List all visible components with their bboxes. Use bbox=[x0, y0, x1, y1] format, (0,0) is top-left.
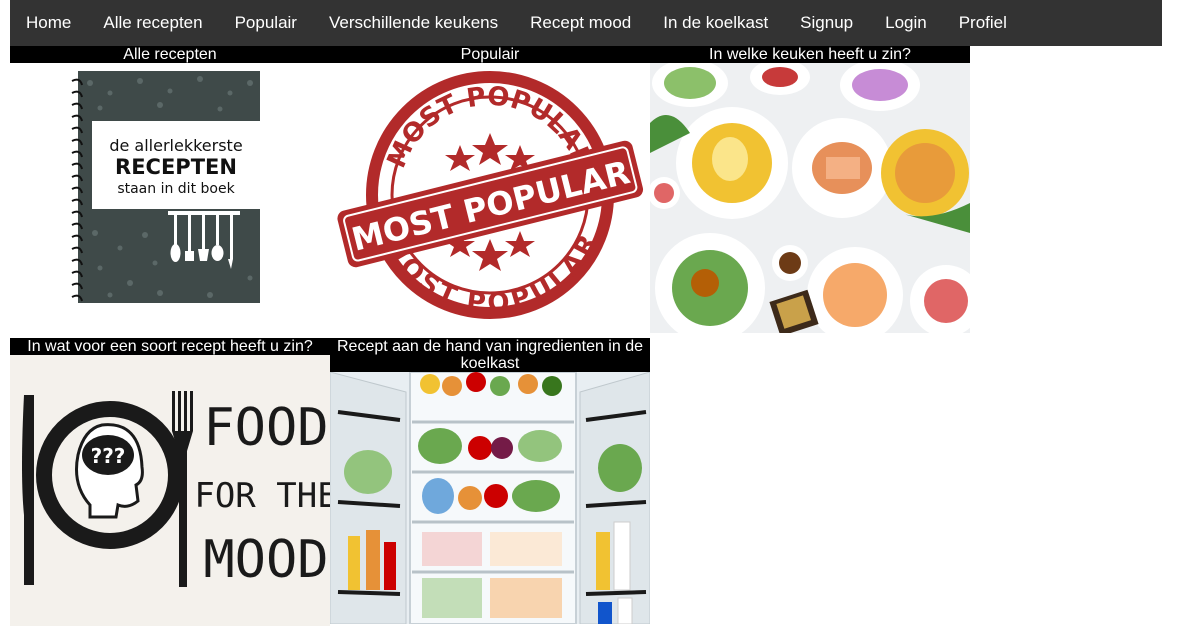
mood-text-line3: MOOD bbox=[203, 530, 328, 590]
card-recept-mood[interactable]: In wat voor een soort recept heeft u zin… bbox=[10, 338, 330, 626]
card-populair[interactable]: Populair MOST POPULAR MOST POPULAR bbox=[330, 46, 650, 333]
card-title: In welke keuken heeft u zin? bbox=[650, 46, 970, 63]
mood-text-line2: FOR THE bbox=[194, 476, 330, 516]
nav-verschillende-keukens[interactable]: Verschillende keukens bbox=[313, 0, 514, 46]
nav-profiel[interactable]: Profiel bbox=[943, 0, 1023, 46]
nav-recept-mood[interactable]: Recept mood bbox=[514, 0, 647, 46]
book-title-line2: RECEPTEN bbox=[115, 155, 237, 179]
card-in-de-koelkast[interactable]: Recept aan de hand van ingredienten in d… bbox=[330, 338, 650, 624]
mood-text-line1: FOOD bbox=[203, 398, 328, 458]
card-title: Populair bbox=[330, 46, 650, 63]
nav-in-de-koelkast[interactable]: In de koelkast bbox=[647, 0, 784, 46]
fridge-image[interactable] bbox=[330, 372, 650, 624]
card-title: Alle recepten bbox=[10, 46, 330, 63]
question-marks: ??? bbox=[91, 444, 126, 468]
cuisine-dishes-image[interactable] bbox=[650, 63, 970, 333]
card-verschillende-keukens[interactable]: In welke keuken heeft u zin? bbox=[650, 46, 970, 333]
card-alle-recepten[interactable]: Alle recepten de allerlekkerste RECEPTEN… bbox=[10, 46, 330, 333]
card-title: In wat voor een soort recept heeft u zin… bbox=[10, 338, 330, 355]
nav-signup[interactable]: Signup bbox=[784, 0, 869, 46]
top-navbar: Home Alle recepten Populair Verschillend… bbox=[10, 0, 1162, 46]
nav-populair[interactable]: Populair bbox=[219, 0, 313, 46]
card-title: Recept aan de hand van ingredienten in d… bbox=[330, 338, 650, 372]
book-title-line1: de allerlekkerste bbox=[109, 136, 242, 155]
nav-alle-recepten[interactable]: Alle recepten bbox=[87, 0, 218, 46]
most-popular-stamp-image[interactable]: MOST POPULAR MOST POPULAR MOST POPULAR bbox=[330, 63, 650, 333]
nav-login[interactable]: Login bbox=[869, 0, 943, 46]
recipe-book-image[interactable]: de allerlekkerste RECEPTEN staan in dit … bbox=[10, 63, 330, 333]
food-for-the-mood-image[interactable]: ??? FOOD FOR THE MOOD bbox=[10, 355, 330, 626]
nav-home[interactable]: Home bbox=[10, 0, 87, 46]
book-title-line3: staan in dit boek bbox=[117, 181, 235, 197]
